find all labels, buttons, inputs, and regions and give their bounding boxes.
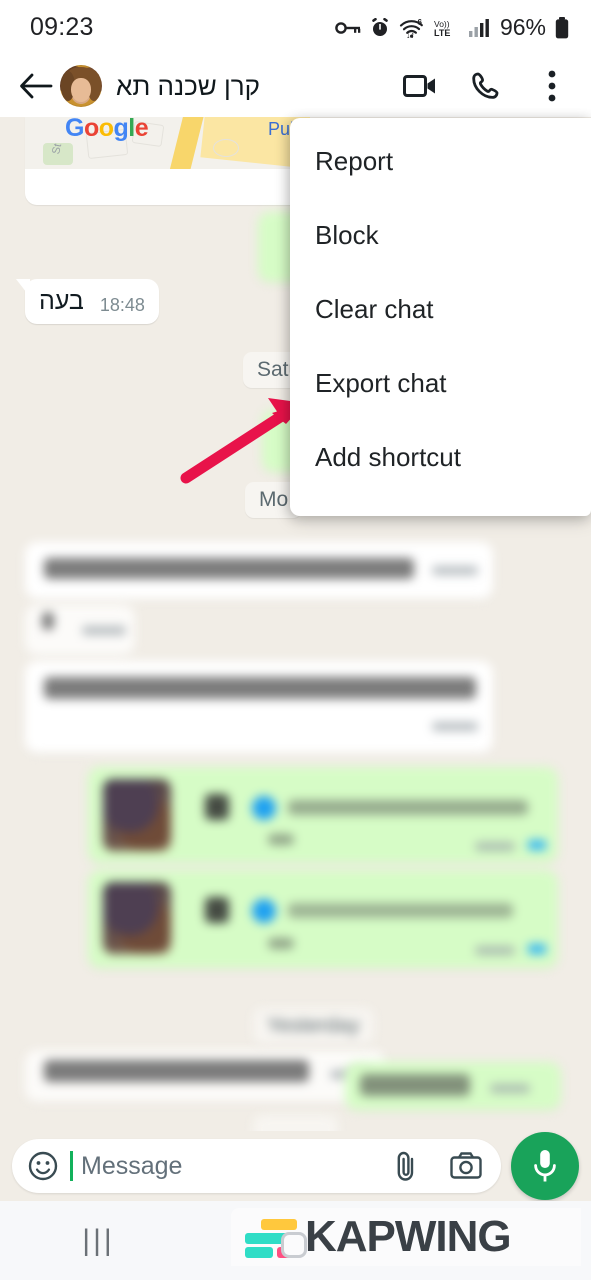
link-favicon <box>252 796 276 820</box>
redacted-timestamp <box>490 1084 530 1093</box>
microphone-icon <box>534 1150 556 1182</box>
redacted-text <box>44 558 414 579</box>
logo-square-outline <box>281 1232 307 1258</box>
status-bar: 09:23 6 ↓↑ Vo)) LTE 96% <box>0 0 591 55</box>
video-call-icon <box>403 75 435 97</box>
vpn-key-icon <box>335 21 361 34</box>
link-preview-thumbnail <box>103 779 171 851</box>
camera-icon <box>450 1152 482 1179</box>
redacted-timestamp <box>475 946 515 955</box>
redacted-text <box>268 938 294 949</box>
message-bubble-incoming[interactable]: בעה 18:48 <box>25 279 159 324</box>
menu-item-export-chat[interactable]: Export chat <box>290 346 591 420</box>
map-thumbnail: Google St Pull <box>25 117 310 169</box>
blurred-conversation-tail[interactable]: Yesterday <box>0 1000 591 1131</box>
message-input-bar: Message <box>0 1131 591 1201</box>
redacted-text <box>288 903 513 918</box>
svg-text:LTE: LTE <box>434 28 450 38</box>
svg-text:6: 6 <box>417 18 422 27</box>
logo-bar-teal-short <box>245 1247 273 1258</box>
svg-text:↓↑: ↓↑ <box>406 30 415 38</box>
recents-icon: ||| <box>82 1223 115 1257</box>
kapwing-wordmark: KAPWING <box>305 1212 512 1261</box>
avatar-face <box>70 77 92 102</box>
redacted-text <box>268 834 294 845</box>
more-options-icon <box>548 70 556 102</box>
menu-item-block[interactable]: Block <box>290 198 591 272</box>
video-call-button[interactable] <box>401 67 439 105</box>
status-clock: 09:23 <box>30 13 94 41</box>
volte-icon: Vo)) LTE <box>434 19 450 38</box>
battery-icon <box>555 16 569 38</box>
emoji-button[interactable] <box>26 1149 60 1183</box>
emoji-icon <box>28 1151 58 1181</box>
map-block <box>213 139 239 157</box>
phone-screen: 09:23 6 ↓↑ Vo)) LTE 96% קרן שכנה תא Goog… <box>0 0 591 1280</box>
read-receipt-icon <box>528 944 546 954</box>
logo-bar-yellow <box>261 1219 297 1230</box>
menu-item-clear-chat[interactable]: Clear chat <box>290 272 591 346</box>
message-text: בעה <box>39 287 84 315</box>
read-receipt-icon <box>528 840 546 850</box>
message-bubble-incoming[interactable] <box>25 661 493 753</box>
redacted-timestamp <box>82 626 126 635</box>
link-preview-thumbnail <box>103 882 171 954</box>
redacted-text <box>44 677 476 699</box>
text-cursor <box>70 1151 73 1181</box>
status-icons: 6 ↓↑ Vo)) LTE 96% <box>335 14 569 41</box>
input-actions <box>389 1149 483 1183</box>
redacted-timestamp <box>475 842 515 851</box>
voice-call-button[interactable] <box>467 67 505 105</box>
menu-item-report[interactable]: Report <box>290 124 591 198</box>
header-actions <box>401 67 571 105</box>
redacted-timestamp <box>432 566 478 575</box>
battery-percent: 96% <box>499 14 546 40</box>
play-icon <box>205 794 229 820</box>
nav-recents-button[interactable]: ||| <box>59 1216 139 1266</box>
back-arrow-icon <box>20 73 53 99</box>
wifi-icon: 6 ↓↑ <box>399 18 423 38</box>
overflow-dropdown-menu[interactable]: Report Block Clear chat Export chat Add … <box>290 118 591 516</box>
redacted-text <box>360 1074 470 1096</box>
voice-call-icon <box>472 72 499 99</box>
map-road-minor <box>164 117 206 169</box>
back-button[interactable] <box>14 64 58 108</box>
message-input-field[interactable]: Message <box>12 1139 501 1193</box>
play-icon <box>205 897 229 923</box>
chat-header: קרן שכנה תא <box>0 55 591 117</box>
camera-button[interactable] <box>449 1149 483 1183</box>
message-timestamp: 18:48 <box>99 295 145 315</box>
menu-item-add-shortcut[interactable]: Add shortcut <box>290 420 591 494</box>
date-divider: Yesterday <box>253 1008 374 1044</box>
avatar[interactable] <box>60 65 102 107</box>
kapwing-watermark: KAPWING <box>231 1208 581 1266</box>
paperclip-icon <box>397 1151 414 1181</box>
signal-bars-icon <box>468 18 489 37</box>
alarm-icon <box>372 17 388 36</box>
redacted-text <box>42 612 54 630</box>
map-street-label: St <box>50 142 65 156</box>
google-logo: Google <box>65 117 149 142</box>
overflow-menu-button[interactable] <box>533 67 571 105</box>
message-placeholder: Message <box>81 1151 183 1180</box>
page-title[interactable]: קרן שכנה תא <box>116 71 260 102</box>
redacted-timestamp <box>432 722 478 731</box>
redacted-text <box>288 800 528 815</box>
location-preview-card[interactable]: Google St Pull <box>25 117 310 205</box>
attach-button[interactable] <box>389 1149 423 1183</box>
voice-record-button[interactable] <box>511 1132 579 1200</box>
link-favicon <box>252 899 276 923</box>
